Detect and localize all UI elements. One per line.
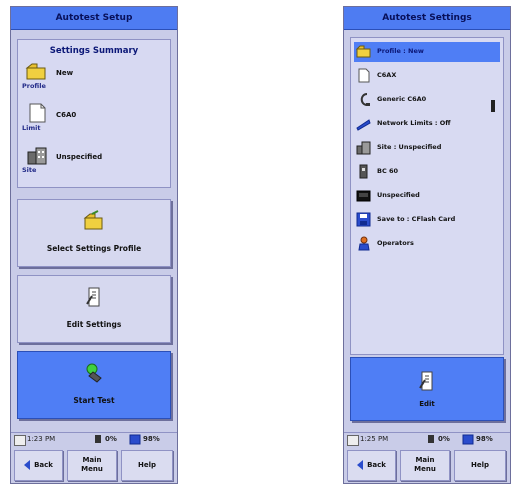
edit-button[interactable]: Edit <box>350 357 504 421</box>
list-item-save-to[interactable]: Save to : CFlash Card <box>354 210 500 230</box>
select-settings-profile-button[interactable]: Select Settings Profile <box>17 199 171 267</box>
battery-icon <box>129 434 141 445</box>
list-item-label: C6AX <box>377 71 397 79</box>
battery-status: 98% <box>476 435 493 443</box>
memory-status: 0% <box>105 435 117 443</box>
help-button[interactable]: Help <box>121 450 173 481</box>
main-menu-label-line2: Menu <box>81 465 103 473</box>
edit-document-icon <box>419 371 433 391</box>
list-item-generic-c6a0[interactable]: Generic C6A0 <box>354 90 500 110</box>
back-arrow-icon <box>24 460 31 470</box>
settings-summary-panel: Settings Summary Profile New Limit C6A0 <box>17 39 171 188</box>
back-button[interactable]: Back <box>347 450 396 481</box>
list-item-network-limits[interactable]: Network Limits : Off <box>354 114 500 134</box>
memory-status: 0% <box>438 435 450 443</box>
document-icon <box>358 68 370 83</box>
list-item-label: Unspecified <box>377 191 420 199</box>
list-item-label: Generic C6A0 <box>377 95 427 103</box>
list-item-site[interactable]: Site : Unspecified <box>354 138 500 158</box>
connector-icon <box>359 164 368 179</box>
start-test-icon <box>86 363 102 383</box>
main-menu-button[interactable]: Main Menu <box>400 450 450 481</box>
status-bar: 1:25 PM 0% 98% <box>344 432 510 447</box>
summary-caption: Profile <box>22 82 46 90</box>
screen-title: Autotest Settings <box>344 7 510 30</box>
folder-icon <box>356 45 371 58</box>
list-item-profile[interactable]: Profile : New <box>354 42 500 62</box>
network-icon <box>356 119 371 131</box>
document-icon <box>29 103 46 123</box>
back-label: Back <box>367 461 386 469</box>
settings-list: Profile : New C6AX Generic C6A0 Network … <box>350 37 504 355</box>
clock-icon <box>347 435 359 446</box>
autotest-setup-screen: Autotest Setup Settings Summary Profile … <box>10 6 178 484</box>
edit-settings-button[interactable]: Edit Settings <box>17 275 171 343</box>
memory-icon <box>95 435 101 443</box>
softkey-bar: Back Main Menu Help <box>11 447 177 483</box>
summary-caption: Site <box>22 166 37 174</box>
save-icon <box>356 212 371 227</box>
summary-value: New <box>56 69 74 77</box>
button-label: Select Settings Profile <box>46 244 142 253</box>
folder-icon <box>83 210 103 230</box>
list-item-unspecified[interactable]: Unspecified <box>354 186 500 206</box>
list-item-label: Operators <box>377 239 414 247</box>
cable-icon <box>360 93 370 106</box>
memory-icon <box>428 435 434 443</box>
building-icon <box>356 141 371 155</box>
list-item-label: Network Limits : Off <box>377 119 451 127</box>
edit-document-icon <box>86 287 100 307</box>
main-menu-label-line1: Main <box>82 456 102 464</box>
button-label: Edit <box>419 400 435 408</box>
back-button[interactable]: Back <box>14 450 63 481</box>
list-item-bc60[interactable]: BC 60 <box>354 162 500 182</box>
main-menu-button[interactable]: Main Menu <box>67 450 117 481</box>
summary-caption: Limit <box>22 124 41 132</box>
main-menu-label-line1: Main <box>415 456 435 464</box>
back-label: Back <box>34 461 53 469</box>
softkey-bar: Back Main Menu Help <box>344 447 510 483</box>
screen-title: Autotest Setup <box>11 7 177 30</box>
list-item-label: Site : Unspecified <box>377 143 442 151</box>
summary-row-site: Site Unspecified <box>22 144 166 180</box>
building-icon <box>27 147 47 165</box>
button-label: Edit Settings <box>66 320 122 329</box>
device-icon <box>356 190 371 202</box>
start-test-button[interactable]: Start Test <box>17 351 171 419</box>
autotest-settings-screen: Autotest Settings Profile : New C6AX Gen… <box>343 6 511 484</box>
operators-icon <box>358 236 370 251</box>
status-bar: 1:23 PM 0% 98% <box>11 432 177 447</box>
status-time: 1:23 PM <box>27 435 56 443</box>
main-menu-label-line2: Menu <box>414 465 436 473</box>
summary-value: C6A0 <box>56 111 77 119</box>
list-item-operators[interactable]: Operators <box>354 234 500 254</box>
list-item-label: BC 60 <box>377 167 399 175</box>
summary-heading: Settings Summary <box>49 46 139 56</box>
list-item-label: Profile : New <box>377 47 424 55</box>
battery-status: 98% <box>143 435 160 443</box>
scroll-indicator[interactable] <box>491 100 495 112</box>
button-label: Start Test <box>73 396 115 405</box>
back-arrow-icon <box>357 460 364 470</box>
status-time: 1:25 PM <box>360 435 389 443</box>
summary-value: Unspecified <box>56 153 103 161</box>
clock-icon <box>14 435 26 446</box>
list-item-label: Save to : CFlash Card <box>377 215 456 223</box>
summary-row-limit: Limit C6A0 <box>22 102 166 138</box>
folder-icon <box>25 63 46 80</box>
summary-row-profile: Profile New <box>22 60 166 96</box>
list-item-c6ax[interactable]: C6AX <box>354 66 500 86</box>
battery-icon <box>462 434 474 445</box>
help-button[interactable]: Help <box>454 450 506 481</box>
